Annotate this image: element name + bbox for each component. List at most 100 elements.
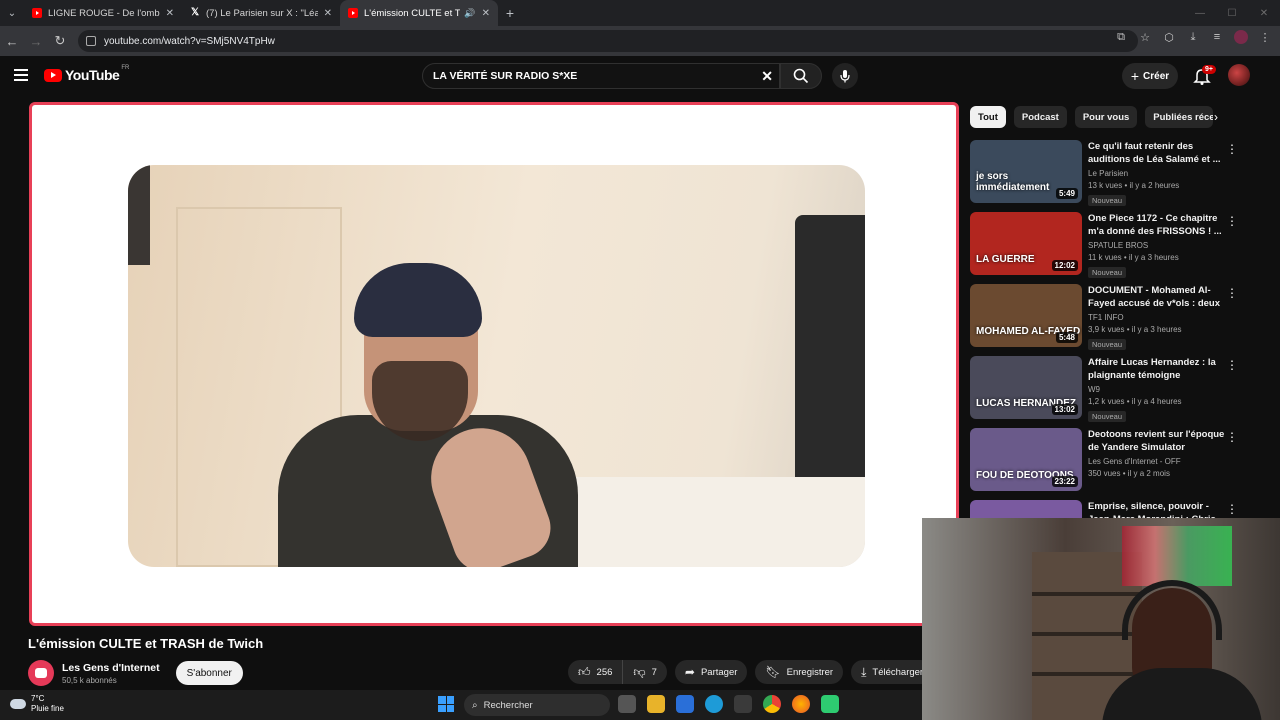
share-button[interactable]: ➦ Partager [674, 660, 748, 684]
maximize-icon[interactable]: ☐ [1216, 8, 1248, 19]
voice-search-button[interactable] [832, 63, 858, 89]
minimize-icon[interactable]: — [1184, 8, 1216, 19]
profile-icon[interactable] [1234, 30, 1248, 44]
recommendation-channel[interactable]: TF1 INFO [1088, 313, 1228, 322]
recommendation-title[interactable]: One Piece 1172 - Ce chapitre m'a donné d… [1088, 212, 1228, 238]
windows-start-icon[interactable] [438, 696, 454, 712]
site-info-icon[interactable] [86, 36, 96, 46]
channel-name[interactable]: Les Gens d'Internet [62, 662, 160, 674]
recommendation-item[interactable]: FOU DE DEOTOONS 23:22 Deotoons revient sur… [970, 428, 1250, 500]
chrome-icon[interactable] [763, 695, 781, 713]
more-options-icon[interactable]: ⋮ [1226, 430, 1238, 444]
recommendation-item[interactable]: MOHAMED AL-FAYED 5:48 DOCUMENT - Mohamed A… [970, 284, 1250, 356]
close-icon[interactable]: ✕ [482, 8, 490, 19]
recommendation-title[interactable]: Ce qu'il faut retenir des auditions de L… [1088, 140, 1228, 166]
recommendation-views: 3,9 k vues • il y a 3 heures [1088, 325, 1182, 334]
media-icon[interactable]: ≡ [1210, 30, 1224, 44]
close-icon[interactable]: ✕ [324, 8, 332, 19]
video-player[interactable] [29, 102, 959, 626]
forward-icon[interactable]: → [24, 34, 48, 49]
tab-le-parisien[interactable]: 𝕏 (7) Le Parisien sur X : "Léa Salamé ✕ [182, 0, 340, 26]
share-label: Partager [700, 666, 738, 678]
recommendation-title[interactable]: DOCUMENT - Mohamed Al-Fayed accusé de v*… [1088, 284, 1228, 310]
weather-text: 7°C Pluie fine [31, 694, 64, 714]
account-avatar[interactable] [1228, 64, 1250, 86]
like-button[interactable]: 👍︎ 256 [568, 660, 624, 684]
close-icon[interactable]: ✕ [166, 8, 174, 19]
chevron-right-icon[interactable]: › [1214, 110, 1218, 124]
download-button[interactable]: ⤓ Télécharger [851, 660, 934, 684]
chip-podcast[interactable]: Podcast [1013, 106, 1067, 128]
store-bag-icon[interactable] [734, 695, 752, 713]
taskbar-apps [618, 695, 839, 713]
speaker-icon[interactable]: 🔊 [464, 8, 475, 19]
task-view-icon[interactable] [618, 695, 636, 713]
close-window-icon[interactable]: ✕ [1248, 8, 1280, 19]
dislike-count: 7 [651, 666, 657, 678]
microphone-filter [795, 215, 865, 491]
app-icon[interactable] [821, 695, 839, 713]
youtube-favicon-icon [348, 8, 358, 18]
clear-search-icon[interactable]: ✕ [761, 68, 773, 85]
thumbnail-text: LA GUERRE [976, 254, 1035, 265]
firefox-icon[interactable] [792, 695, 810, 713]
recommendation-item[interactable]: LUCAS HERNANDEZ 13:02 Affaire Lucas Hernan… [970, 356, 1250, 428]
more-options-icon[interactable]: ⋮ [1226, 142, 1238, 156]
chip-for-you[interactable]: Pour vous [1074, 106, 1138, 128]
windows-taskbar: 7°C Pluie fine ⌕ Rechercher [0, 690, 922, 720]
recommendation-channel[interactable]: Les Gens d'Internet - OFF [1088, 457, 1228, 466]
recommendation-channel[interactable]: SPATULE BROS [1088, 241, 1228, 250]
menu-icon[interactable] [14, 69, 28, 81]
save-button[interactable]: 🔖︎ Enregistrer [755, 660, 844, 684]
tab-ligne-rouge[interactable]: LIGNE ROUGE - De l'ombre à la ✕ [24, 0, 182, 26]
taskbar-search-input[interactable]: ⌕ Rechercher [464, 694, 610, 716]
tab-search-icon[interactable]: ⌄ [0, 0, 24, 26]
recommendation-channel[interactable]: Le Parisien [1088, 169, 1228, 178]
more-options-icon[interactable]: ⋮ [1226, 502, 1238, 516]
chip-recent[interactable]: Publiées récem [1145, 106, 1214, 128]
subscribe-button[interactable]: S'abonner [175, 661, 243, 685]
url-input[interactable]: youtube.com/watch?v=SMj5NV4TpHw [78, 30, 1138, 52]
video-thumbnail[interactable]: je sors immédiatement 5:49 [970, 140, 1082, 203]
tab-current-video[interactable]: L'émission CULTE et TRASH 🔊 ✕ [340, 0, 498, 26]
chip-all[interactable]: Tout [970, 106, 1006, 128]
recommendation-meta: DOCUMENT - Mohamed Al-Fayed accusé de v*… [1088, 284, 1228, 356]
more-options-icon[interactable]: ⋮ [1226, 214, 1238, 228]
channel-avatar[interactable] [28, 660, 54, 686]
recommendation-views: 13 k vues • il y a 2 heures [1088, 181, 1180, 190]
youtube-logo[interactable]: YouTube FR [44, 65, 129, 83]
store-icon[interactable] [676, 695, 694, 713]
recommendation-title[interactable]: Affaire Lucas Hernandez : la plaignante … [1088, 356, 1228, 382]
more-options-icon[interactable]: ⋮ [1226, 358, 1238, 372]
recommendations-list: je sors immédiatement 5:49 Ce qu'il faut r… [970, 140, 1250, 572]
install-app-icon[interactable]: ⧉ [1114, 30, 1128, 44]
tab-title: LIGNE ROUGE - De l'ombre à la [48, 7, 160, 19]
reload-icon[interactable]: ↻ [48, 33, 72, 49]
video-thumbnail[interactable]: LUCAS HERNANDEZ 13:02 [970, 356, 1082, 419]
new-tab-button[interactable]: + [498, 5, 522, 21]
video-thumbnail[interactable]: LA GUERRE 12:02 [970, 212, 1082, 275]
download-icon[interactable]: ⤓ [1186, 30, 1200, 44]
dislike-button[interactable]: 👎︎ 7 [623, 660, 667, 684]
bookmark-star-icon[interactable]: ☆ [1138, 30, 1152, 44]
address-bar-row: ← → ↻ youtube.com/watch?v=SMj5NV4TpHw ⧉ … [0, 26, 1280, 56]
back-icon[interactable]: ← [0, 34, 24, 49]
browser-tab-bar: ⌄ LIGNE ROUGE - De l'ombre à la ✕ 𝕏 (7) … [0, 0, 1280, 26]
video-thumbnail[interactable]: FOU DE DEOTOONS 23:22 [970, 428, 1082, 491]
search-button[interactable] [780, 63, 822, 89]
edge-icon[interactable] [705, 695, 723, 713]
thumbs-down-icon: 👎︎ [633, 664, 646, 679]
recommendation-channel[interactable]: W9 [1088, 385, 1228, 394]
video-thumbnail[interactable]: MOHAMED AL-FAYED 5:48 [970, 284, 1082, 347]
recommendation-item[interactable]: LA GUERRE 12:02 One Piece 1172 - Ce chapit… [970, 212, 1250, 284]
extensions-icon[interactable]: ⬡ [1162, 30, 1176, 44]
create-button[interactable]: + Créer [1122, 63, 1178, 89]
file-explorer-icon[interactable] [647, 695, 665, 713]
video-frame [128, 165, 865, 567]
more-menu-icon[interactable]: ⋮ [1258, 30, 1272, 44]
recommendation-item[interactable]: je sors immédiatement 5:49 Ce qu'il faut r… [970, 140, 1250, 212]
more-options-icon[interactable]: ⋮ [1226, 286, 1238, 300]
recommendation-title[interactable]: Deotoons revient sur l'époque de Yandere… [1088, 428, 1228, 454]
search-input[interactable]: LA VÉRITÉ SUR RADIO S*XE ✕ [422, 63, 780, 89]
weather-widget[interactable]: 7°C Pluie fine [10, 694, 64, 714]
